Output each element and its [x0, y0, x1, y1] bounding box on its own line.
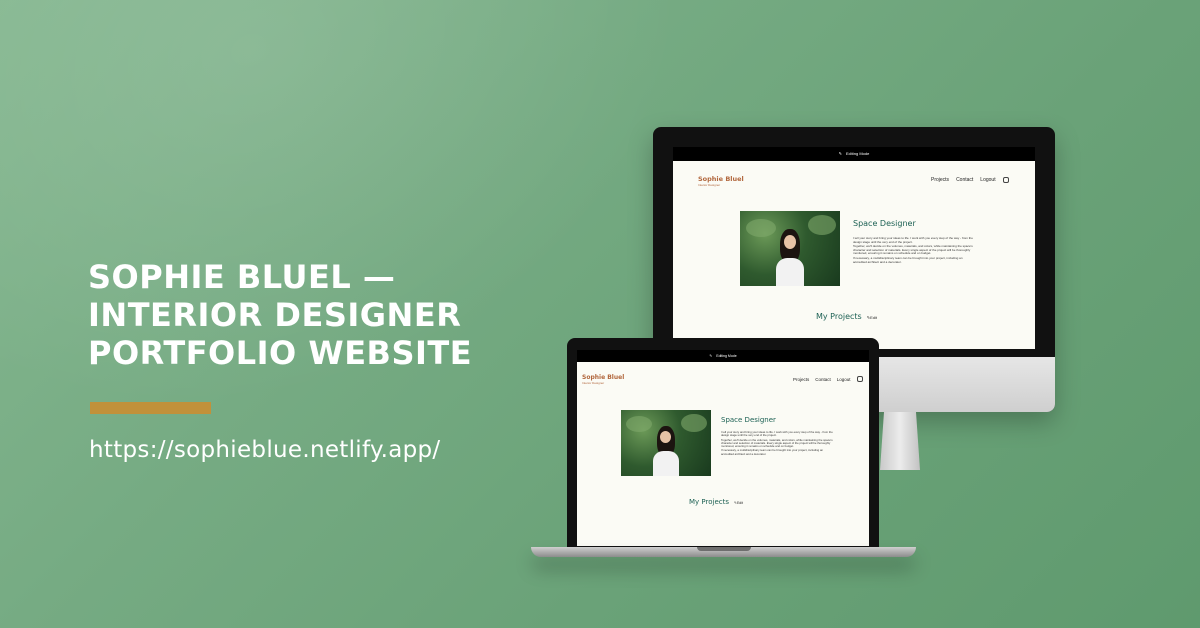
photo-foliage	[808, 215, 836, 235]
brand-subtitle: Interior Designer	[698, 183, 721, 187]
laptop-screen: ✎ Editing Mode Sophie Bluel Interior Desi…	[577, 350, 869, 546]
edit-label: Edit	[870, 315, 877, 320]
portrait-photo	[740, 211, 840, 286]
intro-text: I tell your story and bring your ideas t…	[853, 236, 977, 265]
nav-logout[interactable]: Logout	[837, 377, 851, 382]
photo-shirt	[653, 451, 679, 476]
edit-mode-bar[interactable]: ✎ Editing Mode	[673, 147, 1035, 161]
intro-title: Space Designer	[721, 416, 776, 424]
photo-foliage	[746, 219, 776, 237]
nav-projects[interactable]: Projects	[793, 377, 809, 382]
main-nav: Projects Contact Logout	[931, 177, 1009, 183]
intro-paragraph: I tell your story and bring your ideas t…	[853, 236, 973, 244]
projects-heading: My Projects ✎Edit	[816, 312, 877, 321]
main-nav: Projects Contact Logout	[793, 376, 863, 382]
laptop: ✎ Editing Mode Sophie Bluel Interior Desi…	[567, 338, 879, 549]
nav-contact[interactable]: Contact	[815, 377, 831, 382]
photo-shirt	[776, 258, 804, 286]
site-url[interactable]: https://sophieblue.netlify.app/	[89, 437, 440, 463]
nav-contact[interactable]: Contact	[956, 177, 973, 183]
edit-mode-bar[interactable]: ✎ Editing Mode	[577, 350, 869, 362]
brand-name[interactable]: Sophie Bluel	[582, 374, 624, 381]
instagram-icon[interactable]	[856, 376, 863, 382]
desktop-screen: ✎ Editing Mode Sophie Bluel Interior Desi…	[673, 147, 1035, 349]
portrait-photo	[621, 410, 711, 476]
edit-mode-label: Editing Mode	[846, 151, 870, 156]
intro-paragraph: I tell your story and bring your ideas t…	[721, 430, 833, 438]
headline-line-3: PORTFOLIO WEBSITE	[88, 334, 473, 372]
photo-foliage	[681, 414, 707, 432]
edit-icon: ✎	[838, 151, 842, 156]
monitor-stand	[880, 412, 920, 470]
headline-line-2: INTERIOR DESIGNER	[88, 296, 462, 334]
intro-paragraph: If necessary, a multidisciplinary team c…	[721, 448, 824, 456]
edit-label: Edit	[736, 501, 743, 505]
edit-projects-button[interactable]: ✎Edit	[734, 501, 743, 505]
projects-title: My Projects	[816, 312, 862, 321]
accent-bar	[90, 402, 211, 414]
photo-face	[660, 431, 671, 443]
intro-paragraph: Together, we'll decide on the volumes, m…	[721, 437, 833, 449]
banner-headline: SOPHIE BLUEL — INTERIOR DESIGNER PORTFOL…	[88, 258, 472, 372]
edit-projects-button[interactable]: ✎Edit	[867, 315, 877, 320]
brand-subtitle: Interior Designer	[582, 381, 605, 385]
projects-title: My Projects	[689, 498, 730, 506]
photo-foliage	[626, 416, 652, 432]
headline-line-1: SOPHIE BLUEL —	[88, 258, 396, 296]
nav-logout[interactable]: Logout	[980, 177, 995, 183]
instagram-icon[interactable]	[1002, 177, 1009, 183]
intro-title: Space Designer	[853, 219, 916, 228]
projects-heading: My Projects ✎Edit	[689, 498, 743, 506]
photo-face	[784, 235, 796, 249]
laptop-notch	[697, 547, 751, 551]
intro-paragraph: If necessary, a multidisciplinary team c…	[853, 255, 963, 264]
edit-mode-label: Editing Mode	[716, 354, 737, 358]
edit-icon: ✎	[709, 354, 713, 358]
brand-name[interactable]: Sophie Bluel	[698, 175, 744, 183]
intro-text: I tell your story and bring your ideas t…	[721, 430, 833, 457]
intro-paragraph: Together, we'll decide on the volumes, m…	[853, 244, 973, 256]
nav-projects[interactable]: Projects	[931, 177, 949, 183]
